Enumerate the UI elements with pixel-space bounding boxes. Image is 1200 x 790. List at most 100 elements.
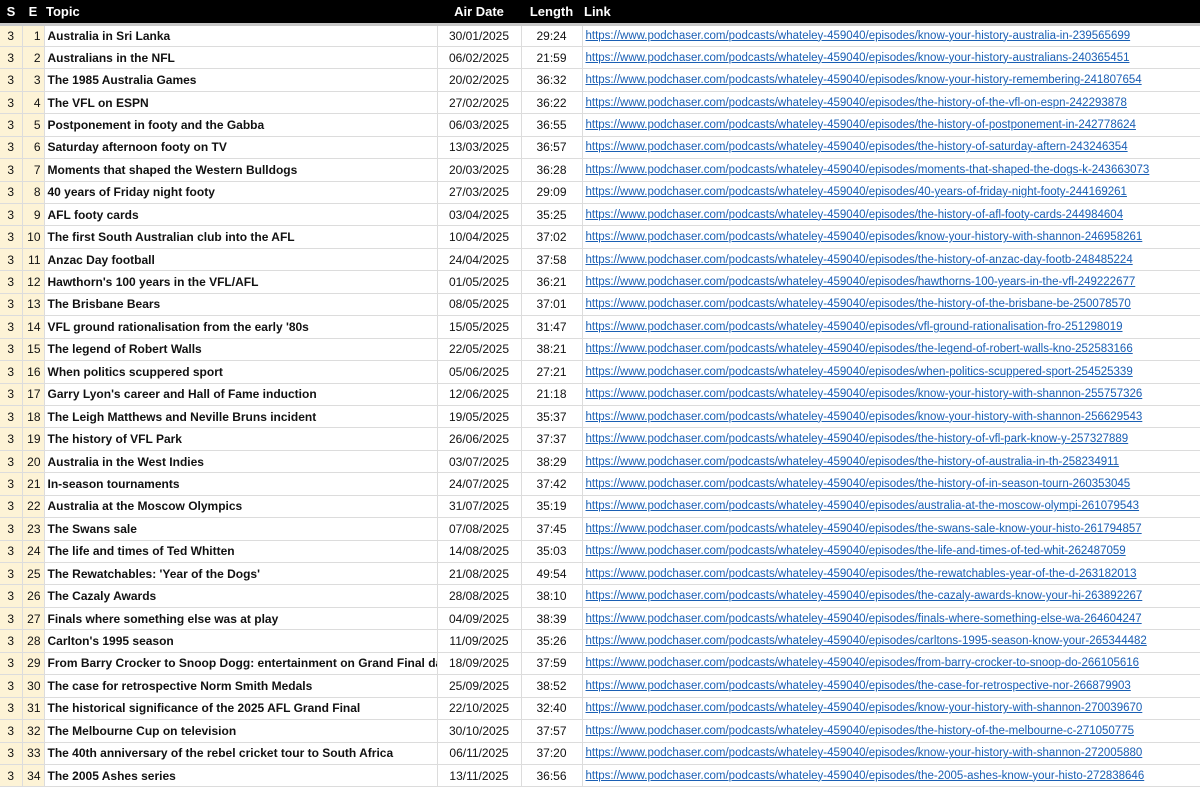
episode-link[interactable]: https://www.podchaser.com/podcasts/whate… [582, 383, 1200, 406]
episode-cell[interactable]: 10 [22, 225, 45, 249]
length-cell[interactable]: 37:02 [521, 225, 583, 249]
episode-link[interactable]: https://www.podchaser.com/podcasts/whate… [582, 68, 1200, 92]
episode-link[interactable]: https://www.podchaser.com/podcasts/whate… [582, 338, 1200, 362]
length-cell[interactable]: 35:26 [521, 629, 583, 653]
length-cell[interactable]: 49:54 [521, 562, 583, 586]
topic-cell[interactable]: The legend of Robert Walls [44, 338, 438, 362]
air-date-cell[interactable]: 24/04/2025 [437, 248, 522, 272]
season-cell[interactable]: 3 [0, 248, 23, 272]
episode-link[interactable]: https://www.podchaser.com/podcasts/whate… [582, 495, 1200, 519]
topic-cell[interactable]: The 1985 Australia Games [44, 68, 438, 92]
episode-link[interactable]: https://www.podchaser.com/podcasts/whate… [582, 607, 1200, 631]
air-date-cell[interactable]: 22/10/2025 [437, 697, 522, 721]
episode-cell[interactable]: 12 [22, 270, 45, 294]
air-date-cell[interactable]: 30/10/2025 [437, 719, 522, 743]
season-cell[interactable]: 3 [0, 338, 23, 362]
season-cell[interactable]: 3 [0, 495, 23, 519]
air-date-cell[interactable]: 20/03/2025 [437, 158, 522, 182]
episode-cell[interactable]: 5 [22, 113, 45, 137]
air-date-cell[interactable]: 06/11/2025 [437, 742, 522, 765]
season-cell[interactable]: 3 [0, 764, 23, 788]
air-date-cell[interactable]: 24/07/2025 [437, 472, 522, 496]
episode-cell[interactable]: 22 [22, 495, 45, 519]
season-cell[interactable]: 3 [0, 360, 23, 384]
episode-cell[interactable]: 6 [22, 136, 45, 160]
air-date-cell[interactable]: 18/09/2025 [437, 652, 522, 676]
topic-cell[interactable]: 40 years of Friday night footy [44, 181, 438, 205]
season-cell[interactable]: 3 [0, 270, 23, 294]
season-cell[interactable]: 3 [0, 136, 23, 160]
episode-link[interactable]: https://www.podchaser.com/podcasts/whate… [582, 360, 1200, 384]
length-cell[interactable]: 35:03 [521, 540, 583, 564]
episode-link[interactable]: https://www.podchaser.com/podcasts/whate… [582, 427, 1200, 451]
episode-link[interactable]: https://www.podchaser.com/podcasts/whate… [582, 248, 1200, 272]
episode-link[interactable]: https://www.podchaser.com/podcasts/whate… [582, 472, 1200, 496]
length-cell[interactable]: 21:59 [521, 46, 583, 70]
episode-link[interactable]: https://www.podchaser.com/podcasts/whate… [582, 315, 1200, 339]
length-cell[interactable]: 32:40 [521, 697, 583, 721]
topic-cell[interactable]: The Swans sale [44, 517, 438, 541]
episode-cell[interactable]: 9 [22, 203, 45, 227]
season-cell[interactable]: 3 [0, 674, 23, 698]
episode-cell[interactable]: 23 [22, 517, 45, 541]
episode-cell[interactable]: 18 [22, 405, 45, 429]
air-date-cell[interactable]: 25/09/2025 [437, 674, 522, 698]
episode-link[interactable]: https://www.podchaser.com/podcasts/whate… [582, 158, 1200, 182]
season-cell[interactable]: 3 [0, 540, 23, 564]
length-cell[interactable]: 21:18 [521, 383, 583, 406]
header-episode[interactable]: E [22, 0, 44, 26]
length-cell[interactable]: 36:32 [521, 68, 583, 92]
length-cell[interactable]: 37:58 [521, 248, 583, 272]
season-cell[interactable]: 3 [0, 24, 23, 47]
episode-link[interactable]: https://www.podchaser.com/podcasts/whate… [582, 674, 1200, 698]
season-cell[interactable]: 3 [0, 46, 23, 70]
episode-link[interactable]: https://www.podchaser.com/podcasts/whate… [582, 46, 1200, 70]
length-cell[interactable]: 29:09 [521, 181, 583, 205]
header-air-date[interactable]: Air Date [437, 0, 521, 26]
topic-cell[interactable]: When politics scuppered sport [44, 360, 438, 384]
episode-cell[interactable]: 34 [22, 764, 45, 788]
length-cell[interactable]: 35:37 [521, 405, 583, 429]
topic-cell[interactable]: The historical significance of the 2025 … [44, 697, 438, 721]
topic-cell[interactable]: Carlton's 1995 season [44, 629, 438, 653]
air-date-cell[interactable]: 30/01/2025 [437, 24, 522, 47]
season-cell[interactable]: 3 [0, 697, 23, 721]
air-date-cell[interactable]: 20/02/2025 [437, 68, 522, 92]
length-cell[interactable]: 38:39 [521, 607, 583, 631]
topic-cell[interactable]: AFL footy cards [44, 203, 438, 227]
air-date-cell[interactable]: 06/03/2025 [437, 113, 522, 137]
length-cell[interactable]: 37:01 [521, 293, 583, 317]
air-date-cell[interactable]: 14/08/2025 [437, 540, 522, 564]
episode-cell[interactable]: 17 [22, 383, 45, 406]
length-cell[interactable]: 37:45 [521, 517, 583, 541]
air-date-cell[interactable]: 15/05/2025 [437, 315, 522, 339]
topic-cell[interactable]: Finals where something else was at play [44, 607, 438, 631]
length-cell[interactable]: 37:20 [521, 742, 583, 765]
season-cell[interactable]: 3 [0, 472, 23, 496]
episode-link[interactable]: https://www.podchaser.com/podcasts/whate… [582, 562, 1200, 586]
episode-cell[interactable]: 14 [22, 315, 45, 339]
episode-link[interactable]: https://www.podchaser.com/podcasts/whate… [582, 517, 1200, 541]
episode-link[interactable]: https://www.podchaser.com/podcasts/whate… [582, 24, 1200, 47]
episode-cell[interactable]: 25 [22, 562, 45, 586]
length-cell[interactable]: 38:29 [521, 450, 583, 474]
topic-cell[interactable]: Hawthorn's 100 years in the VFL/AFL [44, 270, 438, 294]
air-date-cell[interactable]: 06/02/2025 [437, 46, 522, 70]
season-cell[interactable]: 3 [0, 719, 23, 743]
topic-cell[interactable]: The VFL on ESPN [44, 91, 438, 115]
length-cell[interactable]: 37:42 [521, 472, 583, 496]
episode-cell[interactable]: 19 [22, 427, 45, 451]
season-cell[interactable]: 3 [0, 158, 23, 182]
length-cell[interactable]: 35:19 [521, 495, 583, 519]
air-date-cell[interactable]: 27/02/2025 [437, 91, 522, 115]
topic-cell[interactable]: The first South Australian club into the… [44, 225, 438, 249]
season-cell[interactable]: 3 [0, 315, 23, 339]
episode-link[interactable]: https://www.podchaser.com/podcasts/whate… [582, 270, 1200, 294]
header-season[interactable]: S [0, 0, 22, 26]
topic-cell[interactable]: The Cazaly Awards [44, 584, 438, 608]
episode-link[interactable]: https://www.podchaser.com/podcasts/whate… [582, 742, 1200, 765]
episode-link[interactable]: https://www.podchaser.com/podcasts/whate… [582, 225, 1200, 249]
episode-cell[interactable]: 31 [22, 697, 45, 721]
topic-cell[interactable]: Saturday afternoon footy on TV [44, 136, 438, 160]
topic-cell[interactable]: Australia in Sri Lanka [44, 24, 438, 47]
